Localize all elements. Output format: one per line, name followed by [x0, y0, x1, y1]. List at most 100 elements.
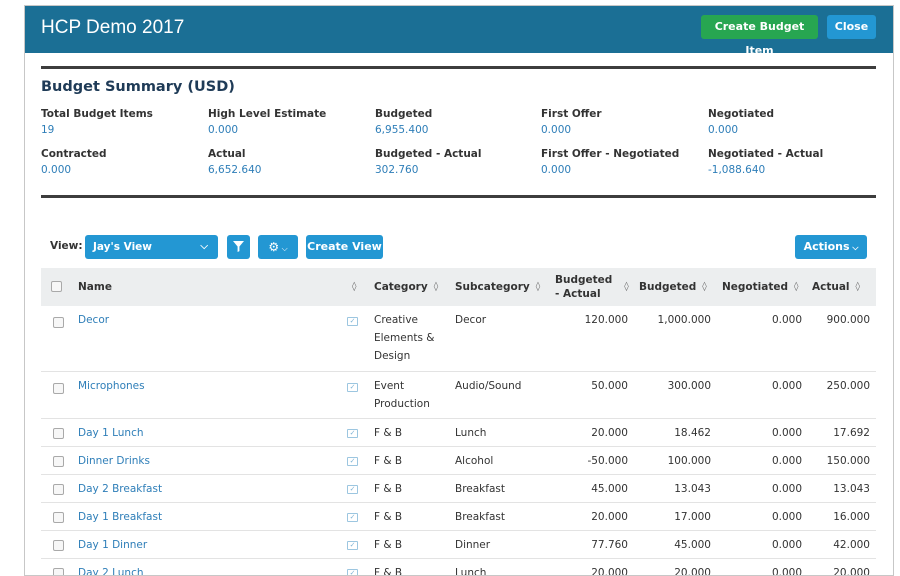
stat-value: 6,652.640: [208, 164, 262, 176]
col-negotiated[interactable]: Negotiated ◊: [722, 268, 807, 306]
row-name-link[interactable]: Day 1 Lunch: [78, 424, 144, 442]
col-negotiated-label: Negotiated: [722, 281, 788, 293]
row-checkbox[interactable]: [53, 317, 64, 328]
divider-bottom: [41, 195, 876, 198]
notes-icon[interactable]: ✓: [347, 457, 358, 466]
sort-icon: ◊: [794, 282, 799, 292]
row-budgeted: 300.000: [667, 380, 711, 392]
stat-value: 0.000: [41, 164, 72, 176]
stat-label: Budgeted - Actual: [375, 148, 482, 160]
select-all-checkbox[interactable]: [51, 281, 62, 292]
row-actual: 16.000: [833, 511, 870, 523]
row-name-link[interactable]: Dinner Drinks: [78, 452, 150, 470]
col-subcategory-label: Subcategory: [455, 281, 530, 293]
row-budgeted: 17.000: [674, 511, 711, 523]
sort-icon: ◊: [702, 282, 707, 292]
table-row[interactable]: Day 1 Dinner ✓ F & B Dinner 77.760 45.00…: [41, 531, 876, 559]
row-budgeted: 45.000: [674, 539, 711, 551]
stat-value: 0.000: [708, 124, 739, 136]
stat-negotiated: Negotiated 0.000: [708, 107, 868, 137]
row-checkbox[interactable]: [53, 512, 64, 523]
row-negotiated: 0.000: [771, 483, 802, 495]
table-row[interactable]: Decor ✓ Creative Elements & Design Decor 1…: [41, 306, 876, 372]
row-category: Creative Elements & Design: [374, 314, 435, 362]
row-name-link[interactable]: Microphones: [78, 377, 145, 395]
row-name-link[interactable]: Day 1 Breakfast: [78, 508, 162, 526]
row-name-link[interactable]: Day 2 Lunch: [78, 564, 144, 575]
stat-value: 0.000: [208, 124, 239, 136]
notes-icon[interactable]: ✓: [347, 485, 358, 494]
stat-high-level-estimate: High Level Estimate 0.000: [208, 107, 368, 137]
row-actual: 150.000: [826, 455, 870, 467]
col-actual[interactable]: Actual ◊: [812, 268, 872, 306]
actions-button[interactable]: Actions ⌵: [795, 235, 867, 259]
table-row[interactable]: Day 1 Lunch ✓ F & B Lunch 20.000 18.462 …: [41, 419, 876, 447]
col-name-label: Name: [78, 281, 112, 293]
table-row[interactable]: Day 2 Breakfast ✓ F & B Breakfast 45.000…: [41, 475, 876, 503]
stat-label: Actual: [208, 148, 246, 160]
row-negotiated: 0.000: [771, 427, 802, 439]
col-category[interactable]: Category ◊: [374, 268, 454, 306]
row-category: F & B: [374, 483, 403, 495]
chevron-down-icon: ⌵: [279, 244, 288, 253]
stat-value: 6,955.400: [375, 124, 429, 136]
row-name-link[interactable]: Day 2 Breakfast: [78, 480, 162, 498]
row-subcategory: Alcohol: [455, 455, 494, 467]
row-checkbox[interactable]: [53, 540, 64, 551]
stat-negotiated-actual: Negotiated - Actual -1,088.640: [708, 147, 868, 177]
col-budgeted[interactable]: Budgeted ◊: [639, 268, 719, 306]
row-subcategory: Breakfast: [455, 511, 505, 523]
table-row[interactable]: Day 1 Breakfast ✓ F & B Breakfast 20.000…: [41, 503, 876, 531]
row-checkbox[interactable]: [53, 383, 64, 394]
create-view-button[interactable]: Create View: [306, 235, 383, 259]
stat-label: First Offer - Negotiated: [541, 148, 680, 160]
table-row[interactable]: Microphones ✓ Event Production Audio/Soun…: [41, 372, 876, 419]
stat-label: Negotiated: [708, 108, 774, 120]
row-checkbox[interactable]: [53, 456, 64, 467]
row-budgeted-actual: 20.000: [591, 511, 628, 523]
row-subcategory: Lunch: [455, 427, 487, 439]
row-checkbox[interactable]: [53, 568, 64, 575]
sort-icon: ◊: [433, 282, 439, 292]
notes-icon[interactable]: ✓: [347, 317, 358, 326]
notes-icon[interactable]: ✓: [347, 383, 358, 392]
row-checkbox[interactable]: [53, 428, 64, 439]
col-name[interactable]: Name: [78, 268, 358, 306]
settings-button[interactable]: ⚙ ⌵: [258, 235, 298, 259]
stat-label: High Level Estimate: [208, 108, 327, 120]
col-subcategory[interactable]: Subcategory ◊: [455, 268, 555, 306]
sort-name-icon[interactable]: ◊: [346, 268, 360, 306]
col-budgeted-label: Budgeted: [639, 281, 697, 293]
stat-first-offer: First Offer 0.000: [541, 107, 701, 137]
row-negotiated: 0.000: [771, 455, 802, 467]
table-row[interactable]: Day 2 Lunch ✓ F & B Lunch 20.000 20.000 …: [41, 559, 876, 576]
row-name-link[interactable]: Decor: [78, 311, 109, 329]
notes-icon[interactable]: ✓: [347, 429, 358, 438]
row-category: F & B: [374, 511, 403, 523]
notes-icon[interactable]: ✓: [347, 541, 358, 550]
stat-value: 0.000: [541, 124, 572, 136]
row-budgeted-actual: 45.000: [591, 483, 628, 495]
stat-label: Negotiated - Actual: [708, 148, 824, 160]
stat-label: Total Budget Items: [41, 108, 153, 120]
notes-icon[interactable]: ✓: [347, 513, 358, 522]
view-select-value: Jay's View: [93, 241, 152, 253]
col-budgeted-actual-label-1: Budgeted: [555, 274, 613, 286]
close-button[interactable]: Close: [827, 15, 876, 39]
budget-modal: HCP Demo 2017 Create Budget Item Close B…: [24, 5, 894, 576]
row-negotiated: 0.000: [771, 511, 802, 523]
stat-value: 0.000: [541, 164, 572, 176]
table-row[interactable]: Dinner Drinks ✓ F & B Alcohol -50.000 10…: [41, 447, 876, 475]
row-checkbox[interactable]: [53, 484, 64, 495]
col-budgeted-actual[interactable]: Budgeted - Actual ◊: [555, 268, 635, 306]
row-budgeted-actual: 50.000: [591, 380, 628, 392]
notes-icon[interactable]: ✓: [347, 569, 358, 575]
create-budget-item-button[interactable]: Create Budget Item: [701, 15, 818, 57]
chevron-down-icon: ⌵: [200, 241, 208, 252]
row-name-link[interactable]: Day 1 Dinner: [78, 536, 147, 554]
view-select[interactable]: Jay's View ⌵: [85, 235, 218, 259]
row-actual: 900.000: [826, 314, 870, 326]
stat-value: -1,088.640: [708, 164, 766, 176]
filter-button[interactable]: [227, 235, 250, 259]
row-category: F & B: [374, 567, 403, 576]
